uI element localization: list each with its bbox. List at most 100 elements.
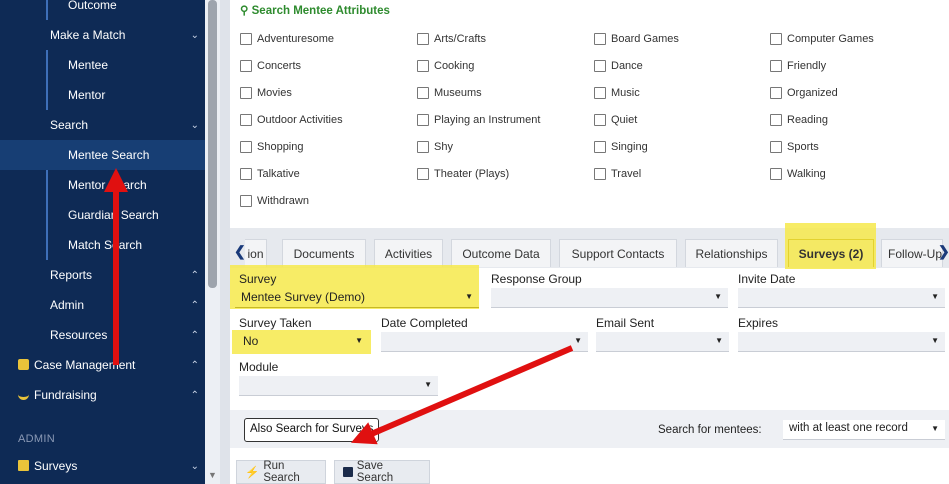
checkbox[interactable] [240, 195, 252, 207]
module-select[interactable]: ▼ [239, 376, 438, 396]
checkbox[interactable] [417, 141, 429, 153]
tab-surveys[interactable]: Surveys (2) [788, 239, 874, 267]
checkbox[interactable] [594, 114, 606, 126]
sidebar-item-make-a-match[interactable]: Make a Match ⌄ [0, 20, 205, 50]
attribute-checkbox[interactable]: Organized [770, 87, 838, 99]
attribute-checkbox[interactable]: Travel [594, 168, 641, 180]
attribute-label: Board Games [611, 33, 679, 45]
checkbox[interactable] [417, 87, 429, 99]
checkbox[interactable] [240, 168, 252, 180]
attribute-checkbox[interactable]: Withdrawn [240, 195, 309, 207]
chevron-right-icon[interactable]: ❯ [938, 243, 949, 260]
attribute-checkbox[interactable]: Arts/Crafts [417, 33, 486, 45]
sidebar-item-guardian-search[interactable]: Guardian Search [0, 200, 205, 230]
attribute-checkbox[interactable]: Shopping [240, 141, 304, 153]
checkbox[interactable] [417, 60, 429, 72]
scrollbar-thumb[interactable] [208, 0, 217, 288]
date-completed-select[interactable]: ▼ [381, 332, 588, 352]
sidebar-item-mentee[interactable]: Mentee [0, 50, 205, 80]
checkbox[interactable] [770, 141, 782, 153]
checkbox[interactable] [240, 114, 252, 126]
attribute-label: Walking [787, 168, 826, 180]
tab-relationships[interactable]: Relationships [685, 239, 778, 267]
sidebar-item-reports[interactable]: Reports ⌃ [0, 260, 205, 290]
attribute-checkbox[interactable]: Board Games [594, 33, 679, 45]
caret-down-icon: ▼ [355, 336, 363, 345]
attribute-checkbox[interactable]: Talkative [240, 168, 300, 180]
checkbox[interactable] [417, 33, 429, 45]
sidebar-item-resources[interactable]: Resources ⌃ [0, 320, 205, 350]
tab-support-contacts[interactable]: Support Contacts [559, 239, 677, 267]
attribute-checkbox[interactable]: Concerts [240, 60, 301, 72]
checkbox[interactable] [240, 33, 252, 45]
attribute-checkbox[interactable]: Outdoor Activities [240, 114, 343, 126]
search-for-mentees-select[interactable]: with at least one record ▼ [783, 420, 945, 440]
attribute-checkbox[interactable]: Dance [594, 60, 643, 72]
attribute-label: Travel [611, 168, 642, 180]
sidebar-item-surveys[interactable]: Surveys ⌄ [0, 451, 205, 481]
checkbox[interactable] [594, 87, 606, 99]
attribute-checkbox[interactable]: Singing [594, 141, 648, 153]
sidebar-item-mentor-search[interactable]: Mentor Search [0, 170, 205, 200]
expires-select[interactable]: ▼ [738, 332, 945, 352]
response-group-select[interactable]: ▼ [491, 288, 728, 308]
attribute-checkbox[interactable]: Music [594, 87, 640, 99]
scroll-down-icon[interactable]: ▼ [208, 470, 217, 480]
attribute-label: Friendly [787, 60, 827, 72]
attribute-checkbox[interactable]: Friendly [770, 60, 826, 72]
attribute-checkbox[interactable]: Playing an Instrument [417, 114, 540, 126]
attribute-checkbox[interactable]: Walking [770, 168, 826, 180]
tab-activities[interactable]: Activities [374, 239, 443, 267]
attribute-checkbox[interactable]: Theater (Plays) [417, 168, 509, 180]
checkbox[interactable] [770, 114, 782, 126]
checkbox[interactable] [770, 60, 782, 72]
sidebar-item-match-search[interactable]: Match Search [0, 230, 205, 260]
attribute-checkbox[interactable]: Reading [770, 114, 828, 126]
sidebar-item-outcome[interactable]: Outcome [0, 0, 205, 20]
attribute-checkbox[interactable]: Museums [417, 87, 482, 99]
checkbox[interactable] [594, 60, 606, 72]
attribute-checkbox[interactable]: Movies [240, 87, 292, 99]
email-sent-select[interactable]: ▼ [596, 332, 729, 352]
attribute-checkbox[interactable]: Adventuresome [240, 33, 334, 45]
sidebar-item-mentee-search[interactable]: Mentee Search [0, 140, 205, 170]
sidebar-item-admin[interactable]: Admin ⌃ [0, 290, 205, 320]
attribute-label: Shopping [257, 141, 304, 153]
attribute-label: Organized [787, 87, 838, 99]
checkbox[interactable] [240, 141, 252, 153]
invite-date-select[interactable]: ▼ [738, 288, 945, 308]
checkbox[interactable] [417, 114, 429, 126]
attribute-checkbox[interactable]: Cooking [417, 60, 474, 72]
tab-outcome-data[interactable]: Outcome Data [451, 239, 551, 267]
checkbox[interactable] [417, 168, 429, 180]
also-search-surveys-button[interactable]: Also Search for Surveys [244, 418, 380, 442]
checkbox[interactable] [240, 60, 252, 72]
checkbox[interactable] [770, 87, 782, 99]
sidebar-item-mentor[interactable]: Mentor [0, 80, 205, 110]
sidebar-item-case-management[interactable]: Case Management ⌃ [0, 350, 205, 380]
run-search-button[interactable]: ⚡ Run Search [236, 460, 326, 484]
checkbox[interactable] [770, 168, 782, 180]
survey-select[interactable]: Mentee Survey (Demo) ▼ [235, 288, 479, 308]
checkbox[interactable] [770, 33, 782, 45]
tab-partial[interactable]: ion [245, 239, 267, 267]
attribute-checkbox[interactable]: Computer Games [770, 33, 874, 45]
tab-follow-up[interactable]: Follow-Up [881, 239, 943, 267]
sidebar-item-label: Resources [50, 328, 108, 342]
checkbox[interactable] [594, 33, 606, 45]
attribute-checkbox[interactable]: Sports [770, 141, 819, 153]
attribute-checkbox[interactable]: Quiet [594, 114, 637, 126]
chevron-left-icon[interactable]: ❮ [234, 243, 246, 260]
survey-taken-label: Survey Taken [239, 316, 312, 330]
attribute-checkbox[interactable]: Shy [417, 141, 453, 153]
save-icon [343, 467, 353, 477]
sidebar-item-search[interactable]: Search ⌄ [0, 110, 205, 140]
checkbox[interactable] [240, 87, 252, 99]
tab-documents[interactable]: Documents [282, 239, 366, 267]
save-search-button[interactable]: Save Search [334, 460, 430, 484]
sidebar-item-fundraising[interactable]: Fundraising ⌃ [0, 380, 205, 410]
checkbox[interactable] [594, 168, 606, 180]
sidebar-scrollbar[interactable]: ▼ [205, 0, 220, 484]
checkbox[interactable] [594, 141, 606, 153]
survey-taken-select[interactable]: No ▼ [237, 332, 369, 352]
